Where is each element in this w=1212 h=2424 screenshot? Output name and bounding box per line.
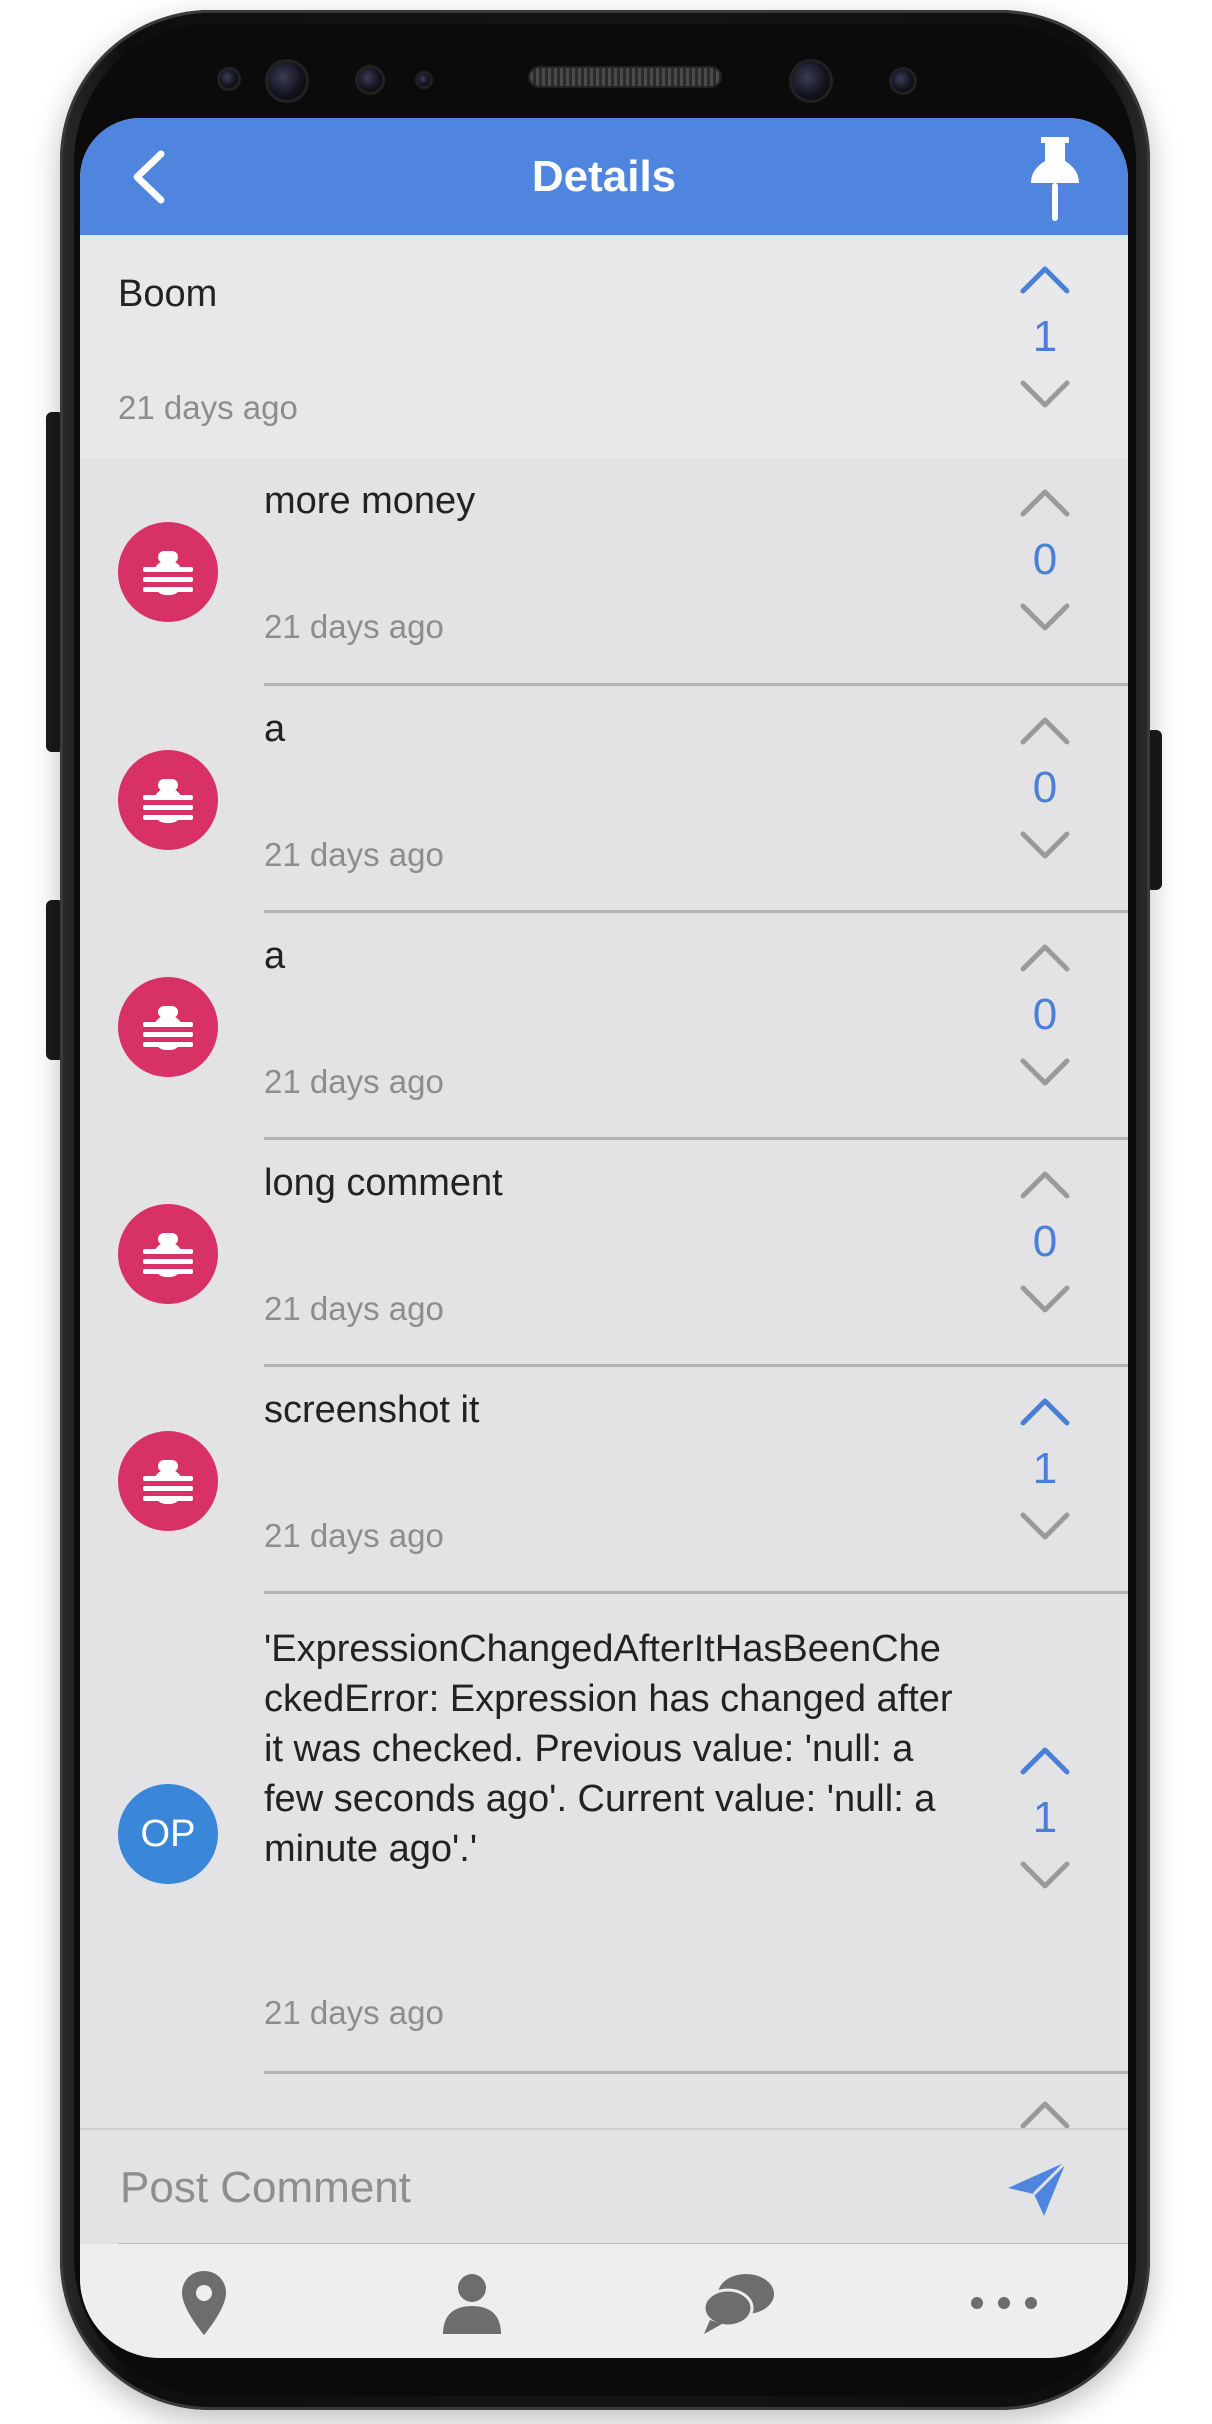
bug-icon [143, 1460, 193, 1504]
vote-count: 0 [1032, 763, 1058, 812]
comment-vote-control: 0 [1000, 1162, 1090, 1322]
comment-timestamp: 21 days ago [264, 836, 444, 873]
vote-count: 0 [1032, 1217, 1058, 1266]
iris-camera [792, 62, 830, 100]
vote-count: 1 [1032, 312, 1058, 361]
bug-icon [143, 1233, 193, 1277]
post-timestamp: 21 days ago [118, 389, 298, 426]
upvote-icon[interactable] [1015, 1738, 1075, 1782]
post-text: Boom [118, 273, 218, 315]
bug-icon [143, 1006, 193, 1050]
vote-count: 0 [1032, 535, 1058, 584]
comment-vote-control: 0 [1000, 480, 1090, 640]
comment-row-partial [80, 2074, 1128, 2128]
bottom-tab-bar [80, 2244, 1128, 2358]
comment-text: a [264, 935, 286, 977]
avatar[interactable] [118, 977, 218, 1077]
comment-timestamp: 21 days ago [264, 1063, 444, 1100]
more-dots-icon [971, 2297, 1037, 2309]
sensor-dot [220, 70, 238, 88]
original-post: Boom 21 days ago 1 [80, 235, 1128, 458]
earpiece-speaker [530, 68, 720, 86]
upvote-icon[interactable] [1015, 935, 1075, 979]
comment-vote-control: 1 [1000, 1738, 1090, 1898]
vote-count: 1 [1032, 1444, 1058, 1493]
app-bar: Details [80, 118, 1128, 235]
tab-messages[interactable] [698, 2268, 778, 2338]
comment-text: a [264, 708, 286, 750]
downvote-icon[interactable] [1015, 1854, 1075, 1898]
back-button[interactable] [114, 142, 184, 212]
upvote-icon[interactable] [1015, 708, 1075, 752]
front-camera [268, 62, 306, 100]
upvote-icon[interactable] [1015, 1389, 1075, 1433]
comment-row: a 21 days ago 0 [80, 686, 1128, 913]
iris-sensor [892, 70, 914, 92]
sensor-dot [418, 74, 430, 86]
page-title: Details [531, 151, 677, 201]
comment-timestamp: 21 days ago [264, 1517, 444, 1554]
comment-vote-control: 0 [1000, 935, 1090, 1095]
send-icon [1008, 2160, 1068, 2216]
downvote-icon[interactable] [1015, 1278, 1075, 1322]
comment-row: long comment 21 days ago 0 [80, 1140, 1128, 1367]
downvote-icon[interactable] [1015, 1051, 1075, 1095]
avatar[interactable] [118, 1431, 218, 1531]
tab-map[interactable] [164, 2268, 244, 2338]
downvote-icon[interactable] [1015, 596, 1075, 640]
pin-button[interactable] [1020, 130, 1090, 226]
bug-icon [143, 551, 193, 595]
downvote-icon[interactable] [1015, 1505, 1075, 1549]
comment-row: screenshot it 21 days ago 1 [80, 1367, 1128, 1594]
tab-more[interactable] [964, 2268, 1044, 2338]
comment-timestamp: 21 days ago [264, 1290, 444, 1327]
app-screen: Details Boom 21 days ago 1 more money 21… [80, 118, 1128, 2358]
screenshot-stage: Details Boom 21 days ago 1 more money 21… [0, 0, 1212, 2424]
comment-text: long comment [264, 1162, 503, 1204]
comment-timestamp: 21 days ago [264, 1994, 444, 2031]
avatar-op[interactable]: OP [118, 1784, 218, 1884]
user-icon [443, 2274, 501, 2334]
upvote-icon[interactable] [1015, 1162, 1075, 1206]
comment-text: 'ExpressionChangedAfterItHasBeenCheckedE… [264, 1628, 953, 1870]
vote-count: 0 [1032, 990, 1058, 1039]
comment-input[interactable] [118, 2152, 942, 2224]
avatar[interactable] [118, 1204, 218, 1304]
sensor-dot [358, 68, 382, 92]
upvote-icon[interactable] [1015, 257, 1075, 301]
pushpin-icon [1031, 137, 1079, 221]
chat-bubbles-icon [702, 2274, 774, 2334]
tab-profile[interactable] [432, 2268, 512, 2338]
downvote-icon[interactable] [1015, 824, 1075, 868]
chevron-left-icon [133, 150, 165, 204]
upvote-icon[interactable] [1015, 2092, 1075, 2128]
bug-icon [143, 779, 193, 823]
comment-row: more money 21 days ago 0 [80, 458, 1128, 686]
comment-row: a 21 days ago 0 [80, 913, 1128, 1140]
vote-count: 1 [1032, 1793, 1058, 1842]
avatar[interactable] [118, 750, 218, 850]
comment-vote-control: 0 [1000, 708, 1090, 868]
upvote-icon[interactable] [1015, 480, 1075, 524]
post-vote-control: 1 [1000, 257, 1090, 417]
comment-row: OP 'ExpressionChangedAfterItHasBeenCheck… [80, 1594, 1128, 2074]
comment-text: screenshot it [264, 1389, 480, 1431]
downvote-icon[interactable] [1015, 373, 1075, 417]
comment-vote-control: 1 [1000, 1389, 1090, 1549]
comment-text: more money [264, 480, 476, 522]
comments-list[interactable]: Boom 21 days ago 1 more money 21 days ag… [80, 235, 1128, 2128]
send-button[interactable] [1004, 2158, 1070, 2220]
comment-timestamp: 21 days ago [264, 608, 444, 645]
comment-composer [80, 2128, 1128, 2246]
avatar[interactable] [118, 522, 218, 622]
map-pin-icon [182, 2271, 226, 2335]
